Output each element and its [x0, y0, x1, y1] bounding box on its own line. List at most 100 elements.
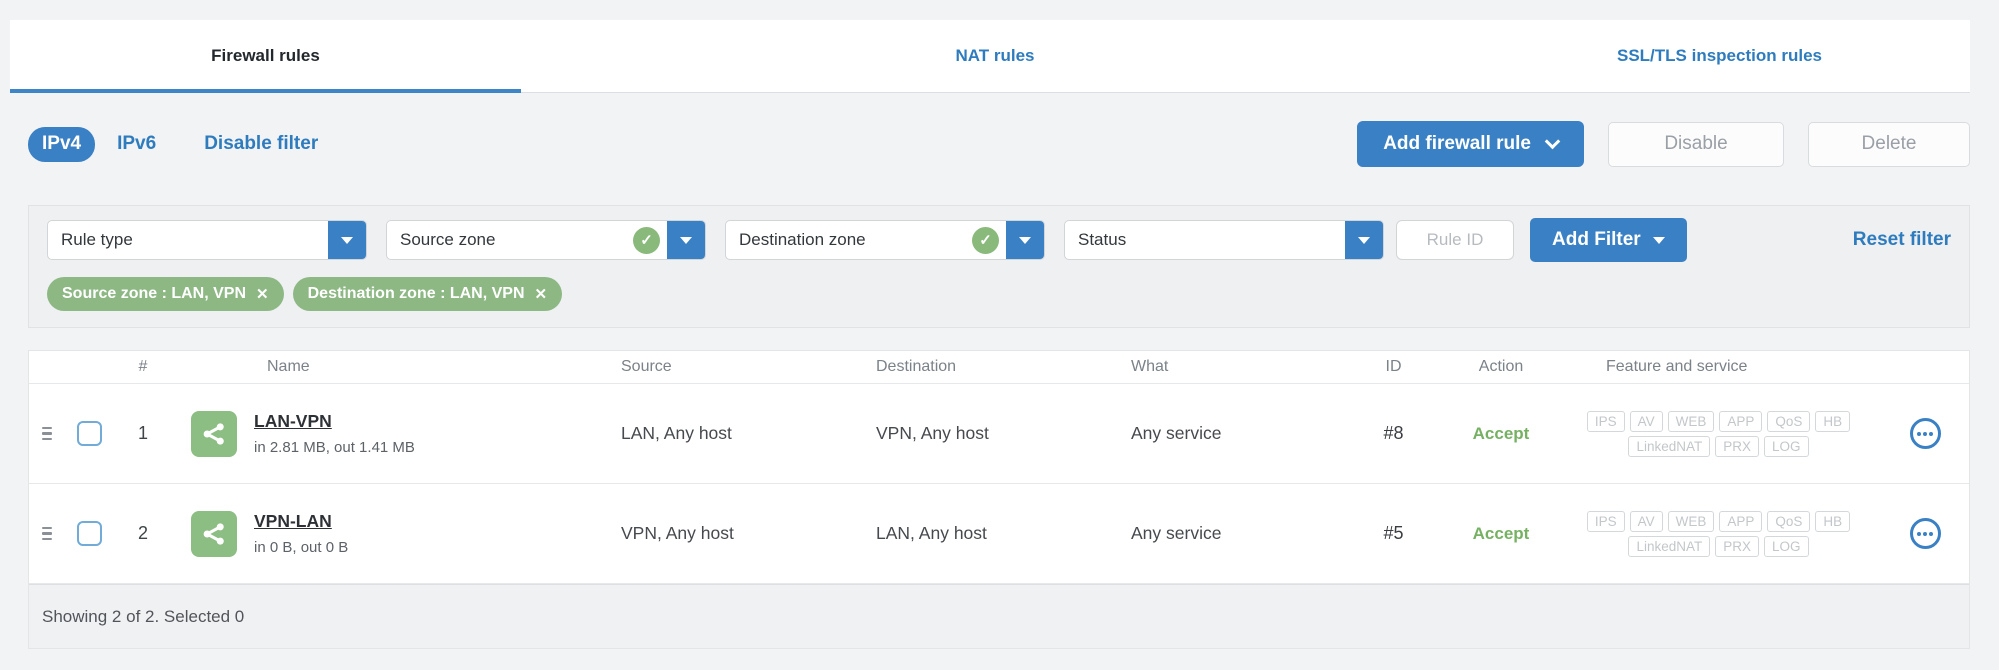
cell-action: Accept [1472, 423, 1530, 443]
badge-app: APP [1719, 510, 1763, 532]
badge-av: AV [1629, 510, 1663, 532]
drag-handle-icon[interactable] [38, 423, 56, 445]
source-zone-dropdown-label: Source zone [400, 230, 496, 249]
badge-web: WEB [1667, 410, 1715, 432]
dropdown-caret-button [328, 221, 366, 259]
destination-zone-dropdown-label: Destination zone [739, 230, 866, 249]
dropdown-caret-button [667, 221, 705, 259]
filter-controls: Rule type Source zone ✓ Destination zone… [47, 218, 1951, 262]
badge-hb: HB [1815, 410, 1851, 432]
dropdown-caret-button [1345, 221, 1383, 259]
ipv6-toggle[interactable]: IPv6 [117, 133, 156, 155]
badge-linkednat: LinkedNAT [1628, 535, 1711, 557]
header-id: ID [1385, 358, 1402, 375]
row-more-actions-button[interactable] [1909, 418, 1941, 449]
filter-chips: Source zone : LAN, VPN ✕ Destination zon… [47, 277, 1951, 311]
badge-log: LOG [1764, 435, 1809, 457]
header-feature-and-service: Feature and service [1606, 358, 1748, 375]
cell-id: #8 [1383, 423, 1404, 443]
disable-filter-link[interactable]: Disable filter [204, 133, 318, 155]
chevron-down-icon [1544, 133, 1561, 149]
row-more-actions-button[interactable] [1909, 518, 1941, 549]
disable-button[interactable]: Disable [1608, 121, 1784, 167]
table-header-row: # Name Source Destination What ID Action… [29, 351, 1969, 384]
header-name: Name [267, 358, 310, 375]
ipv4-toggle[interactable]: IPv4 [28, 126, 96, 162]
rule-id-input[interactable] [1396, 220, 1514, 260]
badge-qos: QoS [1767, 510, 1811, 532]
badge-ips: IPS [1586, 410, 1625, 432]
destination-zone-dropdown[interactable]: Destination zone ✓ [725, 220, 1045, 260]
close-icon[interactable]: ✕ [535, 287, 548, 302]
close-icon[interactable]: ✕ [256, 287, 269, 302]
destination-zone-filter-chip: Destination zone : LAN, VPN ✕ [292, 277, 563, 311]
filter-panel: Rule type Source zone ✓ Destination zone… [28, 205, 1970, 328]
cell-what: Any service [1131, 523, 1222, 543]
badge-qos: QoS [1767, 410, 1811, 432]
source-zone-dropdown[interactable]: Source zone ✓ [386, 220, 706, 260]
tab-firewall-rules[interactable]: Firewall rules [10, 20, 521, 93]
cell-id: #5 [1383, 523, 1404, 543]
header-source: Source [621, 358, 672, 375]
caret-down-icon [680, 236, 692, 244]
dropdown-caret-button [1006, 221, 1044, 259]
rule-traffic: in 0 B, out 0 B [254, 539, 349, 556]
row-checkbox[interactable] [76, 521, 102, 546]
caret-down-icon [1358, 236, 1370, 244]
status-dropdown[interactable]: Status [1064, 220, 1384, 260]
add-firewall-rule-button[interactable]: Add firewall rule [1357, 121, 1584, 167]
check-circle-icon: ✓ [972, 226, 999, 254]
rule-type-dropdown-label: Rule type [61, 230, 133, 249]
rule-name-link[interactable]: VPN-LAN [254, 511, 348, 532]
rule-traffic: in 2.81 MB, out 1.41 MB [254, 439, 415, 456]
cell-source: VPN, Any host [621, 523, 734, 543]
rule-type-dropdown[interactable]: Rule type [47, 220, 367, 260]
cell-action: Accept [1472, 523, 1530, 543]
chip-label: Destination zone : LAN, VPN [307, 285, 525, 302]
drag-handle-icon[interactable] [38, 523, 56, 545]
add-filter-label: Add Filter [1552, 229, 1641, 250]
row-number: 1 [137, 423, 148, 443]
rule-status-share-icon[interactable] [191, 410, 237, 457]
header-action: Action [1478, 358, 1524, 375]
badge-app: APP [1719, 410, 1763, 432]
reset-filter-link[interactable]: Reset filter [1853, 229, 1951, 251]
chip-label: Source zone : LAN, VPN [62, 285, 247, 302]
header-what: What [1131, 358, 1169, 375]
cell-destination: VPN, Any host [876, 423, 989, 443]
toolbar: IPv4 IPv6 Disable filter Add firewall ru… [28, 121, 1970, 167]
share-icon [203, 422, 224, 445]
check-circle-icon: ✓ [633, 226, 660, 254]
header-number: # [138, 358, 148, 375]
rule-name-link[interactable]: LAN-VPN [254, 411, 415, 432]
tab-nat-rules[interactable]: NAT rules [521, 20, 1469, 92]
badge-prx: PRX [1715, 435, 1760, 457]
delete-button[interactable]: Delete [1808, 121, 1970, 167]
firewall-rules-table: # Name Source Destination What ID Action… [28, 350, 1970, 649]
tab-bar: Firewall rules NAT rules SSL/TLS inspect… [10, 20, 1970, 93]
source-zone-filter-chip: Source zone : LAN, VPN ✕ [47, 277, 284, 311]
badge-log: LOG [1764, 535, 1809, 557]
add-filter-button[interactable]: Add Filter [1530, 218, 1687, 262]
row-checkbox[interactable] [76, 421, 102, 446]
badge-prx: PRX [1715, 535, 1760, 557]
rule-status-share-icon[interactable] [191, 510, 237, 557]
table-row: 1 LAN-VPN in 2.81 MB, out 1.41 MB LAN, A… [29, 384, 1969, 484]
badge-ips: IPS [1586, 510, 1625, 532]
share-icon [203, 522, 224, 545]
status-dropdown-label: Status [1078, 230, 1127, 249]
feature-badges: IPS AV WEB APP QoS HB LinkedNAT PRX LOG [1556, 510, 1881, 557]
caret-down-icon [1652, 236, 1665, 244]
add-firewall-rule-label: Add firewall rule [1383, 133, 1531, 154]
tab-ssl-tls-inspection-rules[interactable]: SSL/TLS inspection rules [1469, 20, 1970, 92]
badge-web: WEB [1667, 510, 1715, 532]
feature-badges: IPS AV WEB APP QoS HB LinkedNAT PRX LOG [1556, 410, 1881, 457]
badge-linkednat: LinkedNAT [1628, 435, 1711, 457]
badge-av: AV [1629, 410, 1663, 432]
row-number: 2 [137, 523, 148, 543]
toolbar-actions: Add firewall rule Disable Delete [1357, 121, 1970, 167]
table-footer-status: Showing 2 of 2. Selected 0 [29, 584, 1969, 648]
table-row: 2 VPN-LAN in 0 B, out 0 B VPN, Any host … [29, 484, 1969, 584]
badge-hb: HB [1815, 510, 1851, 532]
caret-down-icon [341, 236, 353, 244]
